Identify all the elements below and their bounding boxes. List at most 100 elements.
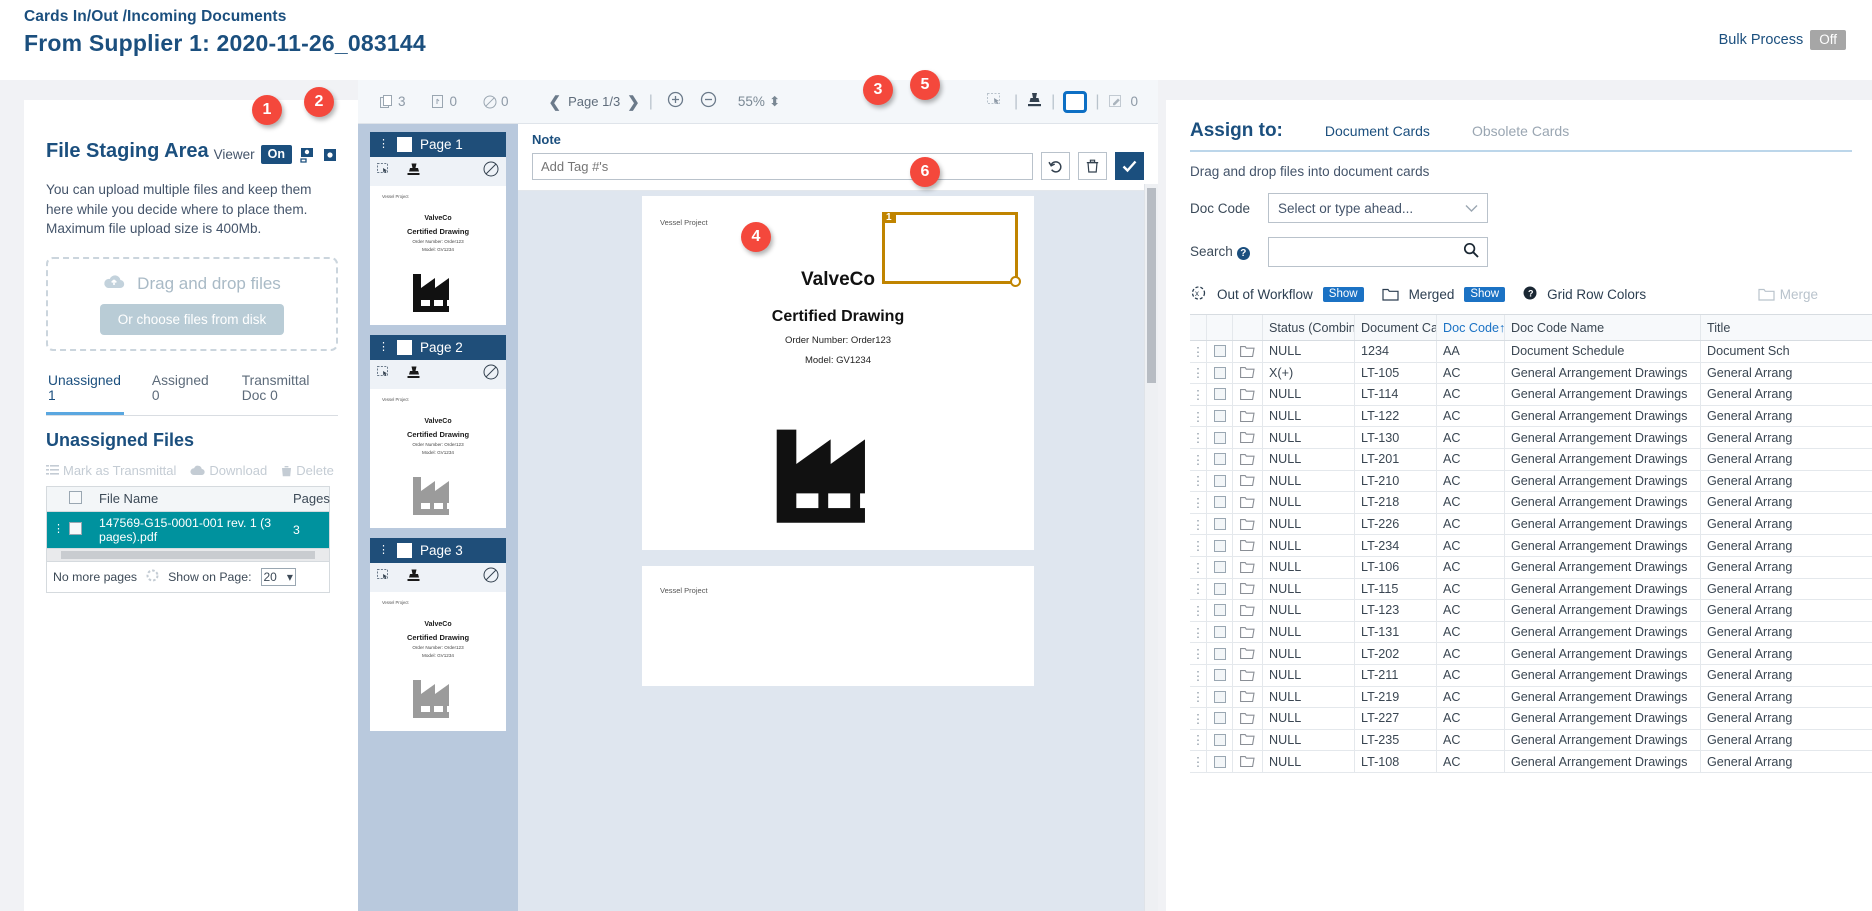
stamp-tool-button[interactable] xyxy=(1026,91,1043,113)
row-drag-handle[interactable]: ⋮ xyxy=(1190,729,1207,751)
row-select-cell[interactable] xyxy=(1207,621,1233,643)
row-select-cell[interactable] xyxy=(1207,384,1233,405)
note-confirm-button[interactable] xyxy=(1115,152,1144,180)
row-folder-icon[interactable] xyxy=(1233,362,1263,384)
bulk-process-toggle[interactable]: Off xyxy=(1810,30,1846,50)
choose-files-button[interactable]: Or choose files from disk xyxy=(99,303,285,335)
search-icon[interactable] xyxy=(1463,242,1479,263)
table-row[interactable]: ⋮ NULL LT-108 AC General Arrangement Drawing… xyxy=(1190,751,1872,773)
previous-page-button[interactable]: ❮ xyxy=(549,93,562,111)
row-drag-handle[interactable]: ⋮ xyxy=(1190,708,1207,729)
thumbnail-checkbox[interactable] xyxy=(397,137,412,152)
merge-button[interactable]: Merge xyxy=(1758,287,1852,302)
thumbnail-snapshot-icon[interactable] xyxy=(377,162,392,181)
row-drag-handle[interactable]: ⋮ xyxy=(1190,578,1207,600)
grid-column-title[interactable]: Title xyxy=(1701,315,1872,340)
row-drag-handle[interactable]: ⋮ xyxy=(47,522,64,538)
table-row[interactable]: ⋮ NULL 1234 AA Document Schedule Document Sch xyxy=(1190,341,1872,363)
row-checkbox[interactable] xyxy=(1213,733,1226,746)
row-folder-icon[interactable] xyxy=(1233,427,1263,448)
row-select-cell[interactable] xyxy=(1207,535,1233,556)
grid-row-colors-help-icon[interactable]: ? xyxy=(1523,286,1537,303)
row-select-cell[interactable] xyxy=(1207,341,1233,362)
breadcrumb[interactable]: Cards In/Out /Incoming Documents xyxy=(24,8,1852,26)
tab-document-cards[interactable]: Document Cards xyxy=(1325,123,1430,139)
scrollbar-thumb[interactable] xyxy=(1147,188,1156,383)
row-select-cell[interactable] xyxy=(1207,405,1233,427)
row-select-cell[interactable] xyxy=(1207,600,1233,621)
row-select-cell[interactable] xyxy=(63,518,93,542)
row-drag-handle[interactable]: ⋮ xyxy=(1190,686,1207,708)
row-checkbox[interactable] xyxy=(1213,453,1226,466)
help-icon[interactable]: ? xyxy=(1236,247,1250,260)
stepper-icon[interactable]: ⬍ xyxy=(769,94,780,110)
rectangle-annotation-tool-button[interactable] xyxy=(1063,90,1088,113)
download-button[interactable]: Download xyxy=(190,463,267,478)
table-horizontal-scrollbar[interactable] xyxy=(47,548,329,562)
row-select-cell[interactable] xyxy=(1207,751,1233,772)
row-folder-icon[interactable] xyxy=(1233,405,1263,427)
row-folder-icon[interactable] xyxy=(1233,384,1263,405)
thumbnail-exclude-icon[interactable] xyxy=(483,567,499,588)
thumbnail-preview[interactable]: Vessel Project ValveCo Certified Drawing… xyxy=(370,389,506,528)
row-folder-icon[interactable] xyxy=(1233,708,1263,729)
row-folder-icon[interactable] xyxy=(1233,578,1263,600)
table-row[interactable]: ⋮ NULL LT-219 AC General Arrangement Drawing… xyxy=(1190,686,1872,709)
row-checkbox[interactable] xyxy=(1213,345,1226,358)
bulk-process-control[interactable]: Bulk Process Off xyxy=(1719,30,1846,50)
row-select-cell[interactable] xyxy=(1207,686,1233,708)
row-checkbox[interactable] xyxy=(1213,388,1226,401)
thumbnail-drag-handle[interactable]: ⋮ xyxy=(378,341,389,352)
row-select-cell[interactable] xyxy=(1207,513,1233,535)
table-row[interactable]: ⋮ X(+) LT-105 AC General Arrangement Drawing… xyxy=(1190,362,1872,385)
table-row[interactable]: ⋮ NULL LT-202 AC General Arrangement Drawing… xyxy=(1190,643,1872,665)
doc-code-select[interactable]: Select or type ahead... xyxy=(1268,193,1488,223)
snapshot-tool-button[interactable] xyxy=(987,91,1006,113)
row-folder-icon[interactable] xyxy=(1233,621,1263,643)
document-page-1[interactable]: Vessel Project ValveCo Certified Drawing… xyxy=(642,196,1034,550)
row-drag-handle[interactable]: ⋮ xyxy=(1190,643,1207,664)
split-view-icon[interactable] xyxy=(298,146,315,163)
row-checkbox[interactable] xyxy=(1213,561,1226,574)
table-row[interactable]: ⋮ NULL LT-227 AC General Arrangement Drawing… xyxy=(1190,708,1872,730)
note-undo-button[interactable] xyxy=(1041,152,1070,180)
row-select-cell[interactable] xyxy=(1207,556,1233,578)
table-row[interactable]: ⋮ NULL LT-114 AC General Arrangement Drawing… xyxy=(1190,384,1872,406)
row-folder-icon[interactable] xyxy=(1233,513,1263,535)
row-select-cell[interactable] xyxy=(1207,470,1233,492)
row-drag-handle[interactable]: ⋮ xyxy=(1190,470,1207,492)
popout-view-icon[interactable] xyxy=(321,146,338,163)
table-row[interactable]: ⋮ NULL LT-122 AC General Arrangement Drawing… xyxy=(1190,405,1872,428)
zoom-out-button[interactable] xyxy=(695,91,722,113)
thumbnail-snapshot-icon[interactable] xyxy=(377,568,392,587)
row-checkbox[interactable] xyxy=(69,522,82,536)
row-folder-icon[interactable] xyxy=(1233,341,1263,362)
thumbnail-drag-handle[interactable]: ⋮ xyxy=(378,544,389,555)
row-checkbox[interactable] xyxy=(1213,410,1226,423)
row-checkbox[interactable] xyxy=(1213,755,1226,768)
out-of-workflow-show-toggle[interactable]: Show xyxy=(1322,287,1364,302)
thumbnail-stamp-icon[interactable] xyxy=(406,162,422,182)
markup-count-indicator[interactable]: 0 xyxy=(1107,94,1140,109)
table-row[interactable]: ⋮ NULL LT-115 AC General Arrangement Drawing… xyxy=(1190,578,1872,601)
row-drag-handle[interactable]: ⋮ xyxy=(1190,341,1207,362)
grid-column-status[interactable]: Status (Combined) xyxy=(1263,315,1355,340)
thumbnail-exclude-icon[interactable] xyxy=(483,161,499,182)
table-row[interactable]: ⋮ NULL LT-235 AC General Arrangement Drawing… xyxy=(1190,729,1872,752)
tab-assigned[interactable]: Assigned 0 xyxy=(150,369,214,415)
row-checkbox[interactable] xyxy=(1213,582,1226,595)
row-drag-handle[interactable]: ⋮ xyxy=(1190,535,1207,556)
rectangle-annotation[interactable]: 1 xyxy=(882,212,1021,287)
table-row[interactable]: ⋮ NULL LT-130 AC General Arrangement Drawing… xyxy=(1190,427,1872,449)
row-drag-handle[interactable]: ⋮ xyxy=(1190,621,1207,643)
thumbnail-drag-handle[interactable]: ⋮ xyxy=(378,138,389,149)
tab-obsolete-cards[interactable]: Obsolete Cards xyxy=(1472,123,1569,139)
page-scroll-container[interactable]: Vessel Project ValveCo Certified Drawing… xyxy=(518,184,1158,911)
scrollbar-thumb[interactable] xyxy=(61,551,315,560)
page-vertical-scrollbar[interactable] xyxy=(1144,184,1158,911)
row-checkbox[interactable] xyxy=(1213,647,1226,660)
table-row[interactable]: ⋮ NULL LT-226 AC General Arrangement Drawing… xyxy=(1190,513,1872,536)
search-input-wrapper[interactable] xyxy=(1268,237,1488,267)
row-select-cell[interactable] xyxy=(1207,643,1233,664)
refresh-icon[interactable] xyxy=(146,569,159,585)
